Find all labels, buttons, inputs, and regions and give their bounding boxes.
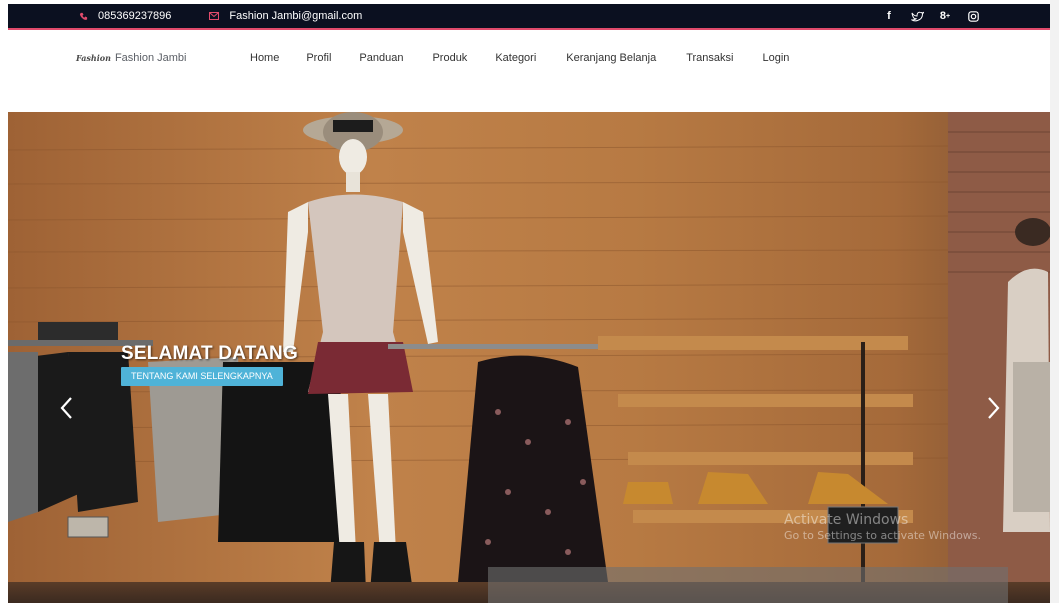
nav-home[interactable]: Home [250,52,279,64]
slider-next-button[interactable] [984,393,1004,423]
nav-kategori[interactable]: Kategori [495,52,536,64]
mail-icon [209,11,220,21]
social-links: f 8 + [882,9,980,23]
phone-icon [78,11,88,21]
logo-mark: Fashion [76,53,111,63]
brand-logo[interactable]: Fashion Fashion Jambi [76,52,186,64]
main-header: Fashion Fashion Jambi Home Profil Pandua… [8,30,1050,112]
slider-prev-button[interactable] [56,393,76,423]
nav-keranjang-belanja[interactable]: Keranjang Belanja [566,52,656,64]
email-contact: Fashion Jambi@gmail.com [209,10,362,22]
nav-login[interactable]: Login [762,52,789,64]
watermark-line2: Go to Settings to activate Windows. [784,528,982,542]
chevron-left-icon [60,397,72,419]
nav-panduan[interactable]: Panduan [359,52,403,64]
about-us-button[interactable]: TENTANG KAMI SELENGKAPNYA [121,367,283,386]
nav-profil[interactable]: Profil [306,52,331,64]
nav-transaksi[interactable]: Transaksi [686,52,733,64]
twitter-icon[interactable] [910,9,924,23]
top-contact-bar: 085369237896 Fashion Jambi@gmail.com f 8… [8,4,1050,30]
watermark-line1: Activate Windows [784,512,909,528]
phone-contact: 085369237896 [78,10,171,22]
brand-name: Fashion Jambi [114,52,187,64]
windows-activation-watermark: Activate Windows Go to Settings to activ… [784,512,981,542]
chevron-right-icon [988,397,1000,419]
google-plus-icon[interactable]: 8 + [938,9,952,23]
instagram-icon[interactable] [966,9,980,23]
main-nav: Home Profil Panduan Produk Kategori Kera… [250,52,789,64]
email-address: Fashion Jambi@gmail.com [229,10,363,22]
nav-produk[interactable]: Produk [432,52,467,64]
hero-title: SELAMAT DATANG [121,343,298,364]
facebook-icon[interactable]: f [882,9,896,23]
hero-caption: SELAMAT DATANG TENTANG KAMI SELENGKAPNYA [121,343,298,386]
hero-slider: SELAMAT DATANG TENTANG KAMI SELENGKAPNYA… [8,112,1050,603]
phone-number: 085369237896 [98,10,172,22]
page-scrollbar[interactable] [1050,0,1059,603]
